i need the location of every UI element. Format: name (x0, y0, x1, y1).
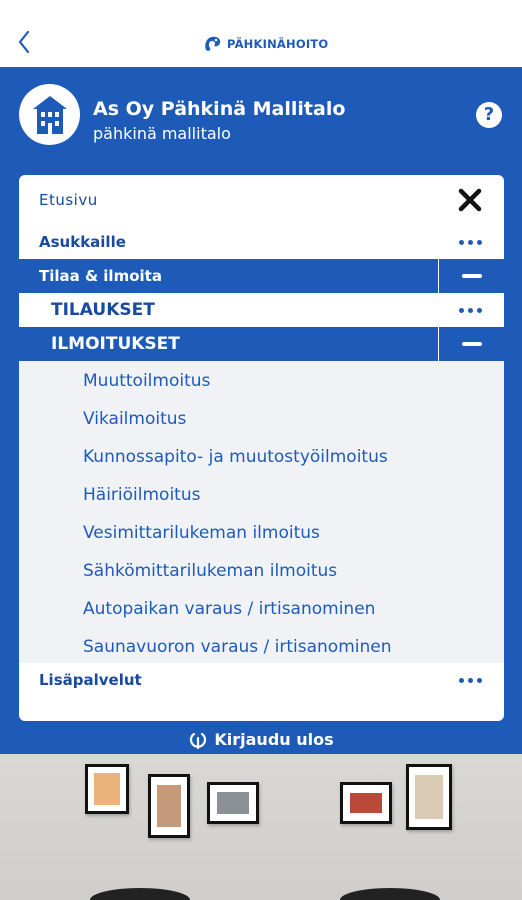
submenu-item[interactable]: Saunavuoron varaus / irtisanominen (83, 637, 392, 657)
chevron-left-icon (18, 30, 30, 54)
menu-item-label: Lisäpalvelut (39, 671, 142, 689)
squirrel-icon (205, 36, 221, 51)
close-icon[interactable] (458, 188, 482, 216)
menu-item-tilaukset[interactable]: TILAUKSET (19, 293, 504, 327)
company-name: As Oy Pähkinä Mallitalo (93, 98, 346, 120)
top-bar: PÄHKINÄHOITO (0, 0, 522, 67)
sofa-shape (340, 888, 440, 900)
menu-item-tilaa-ilmoita[interactable]: Tilaa & ilmoita (19, 259, 504, 293)
menu-item-label: Asukkaille (39, 233, 126, 251)
menu-item-ilmoitukset[interactable]: ILMOITUKSET (19, 327, 504, 361)
more-icon[interactable] (459, 239, 482, 245)
picture-frame (148, 774, 190, 838)
company-subtitle: pähkinä mallitalo (93, 124, 231, 143)
minus-icon[interactable] (438, 327, 504, 361)
picture-frame (406, 764, 452, 830)
menu-item-lisapalvelut[interactable]: Lisäpalvelut (19, 663, 504, 697)
building-avatar (19, 84, 80, 145)
logout-button[interactable]: Kirjaudu ulos (0, 725, 522, 753)
submenu-item[interactable]: Sähkömittarilukeman ilmoitus (83, 561, 337, 581)
submenu-item[interactable]: Muuttoilmoitus (83, 371, 210, 391)
submenu-item[interactable]: Kunnossapito- ja muutostyöilmoitus (83, 447, 388, 467)
picture-frame (340, 782, 392, 824)
submenu-ilmoitukset: Muuttoilmoitus Vikailmoitus Kunnossapito… (19, 361, 504, 663)
navigation-panel: As Oy Pähkinä Mallitalo pähkinä mallital… (0, 67, 522, 754)
menu-item-label: ILMOITUKSET (51, 334, 180, 354)
menu-item-label: TILAUKSET (51, 300, 155, 320)
sofa-shape (90, 888, 190, 900)
menu-item-label: Tilaa & ilmoita (39, 267, 162, 285)
main-menu: Etusivu Asukkaille Tilaa & ilmoita TILAU… (19, 175, 504, 721)
brand-logo: PÄHKINÄHOITO (203, 34, 328, 54)
logout-label: Kirjaudu ulos (214, 729, 334, 749)
menu-item-etusivu[interactable]: Etusivu (19, 175, 504, 225)
more-icon[interactable] (459, 307, 482, 313)
back-button[interactable] (14, 28, 38, 56)
building-icon (32, 95, 67, 134)
submenu-item[interactable]: Vesimittarilukeman ilmoitus (83, 523, 320, 543)
submenu-item[interactable]: Häiriöilmoitus (83, 485, 200, 505)
power-icon (190, 732, 207, 749)
menu-item-asukkaille[interactable]: Asukkaille (19, 225, 504, 259)
submenu-item[interactable]: Vikailmoitus (83, 409, 186, 429)
background-photo (0, 754, 522, 900)
minus-icon[interactable] (438, 259, 504, 293)
help-button[interactable]: ? (476, 102, 502, 128)
picture-frame (85, 764, 129, 814)
picture-frame (207, 782, 259, 824)
submenu-item[interactable]: Autopaikan varaus / irtisanominen (83, 599, 375, 619)
help-icon: ? (483, 104, 495, 125)
more-icon[interactable] (459, 677, 482, 683)
brand-name: PÄHKINÄHOITO (227, 37, 329, 51)
menu-item-label: Etusivu (39, 191, 98, 209)
